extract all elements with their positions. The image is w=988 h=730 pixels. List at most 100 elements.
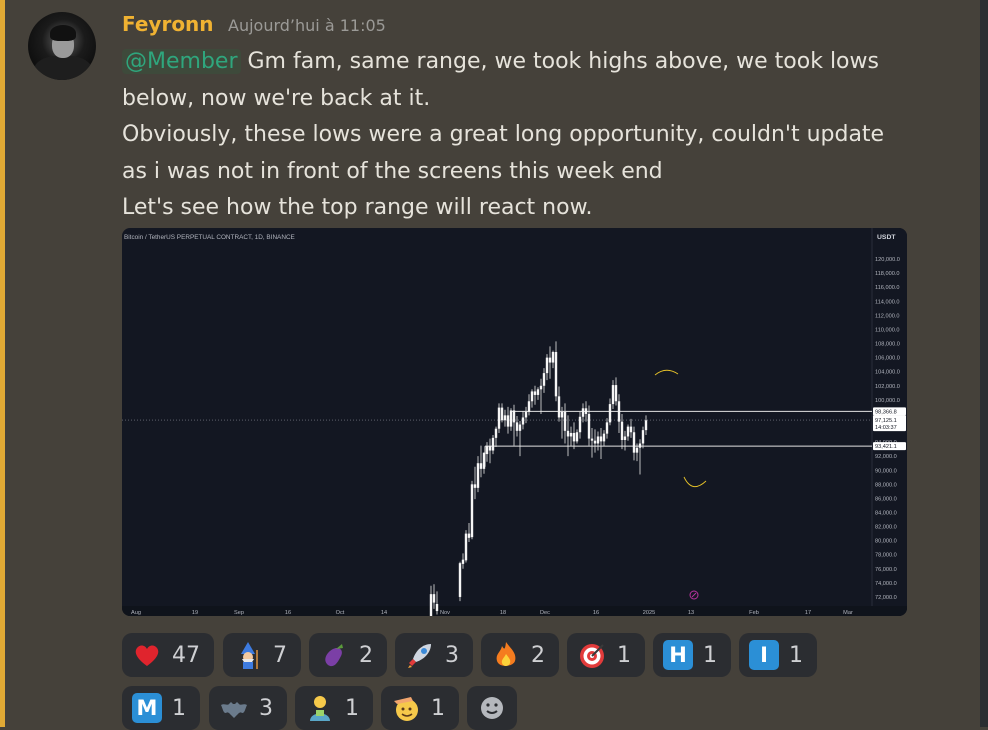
x-tick-label: Feb <box>749 610 759 616</box>
y-tick-label: 74,000.0 <box>875 581 897 587</box>
reaction-button[interactable]: 3 <box>395 633 473 677</box>
reaction-button[interactable]: H1 <box>653 633 731 677</box>
candle-body <box>515 422 519 431</box>
candle-body <box>632 432 636 453</box>
candle-body <box>548 357 552 363</box>
candle-body <box>623 436 627 440</box>
reaction-count: 1 <box>345 695 359 721</box>
candle-body <box>641 430 645 444</box>
annotation-arc-top <box>654 369 679 376</box>
person-icon <box>305 693 335 723</box>
candle-body <box>530 391 534 402</box>
candle-body <box>539 385 543 390</box>
x-tick-label: 19 <box>192 610 198 616</box>
candle-body <box>461 559 465 564</box>
candle-body <box>432 594 436 603</box>
y-tick-label: 78,000.0 <box>875 553 897 559</box>
y-tick-label: 108,000.0 <box>875 342 900 348</box>
message-line-4: as i was not in front of the screens thi… <box>122 158 663 184</box>
candle-body <box>536 389 540 395</box>
candle-body <box>599 436 603 442</box>
add-reaction-icon <box>477 693 507 723</box>
x-tick-label: Mar <box>843 610 853 616</box>
resistance-price-label: 98,366.8 <box>875 409 897 415</box>
message-line-3: Obviously, these lows were a great long … <box>122 122 885 147</box>
reaction-count: 1 <box>172 695 186 721</box>
reaction-count: 1 <box>703 642 717 668</box>
candle-body <box>542 373 546 386</box>
message-line-5: Let's see how the top range will react n… <box>122 195 593 220</box>
reaction-count: 3 <box>259 695 273 721</box>
reaction-button[interactable]: 47 <box>122 633 214 677</box>
y-tick-label: 80,000.0 <box>875 539 897 545</box>
candle-body <box>563 411 567 431</box>
y-tick-label: 104,000.0 <box>875 370 900 376</box>
candle-body <box>491 437 495 451</box>
y-tick-label: 72,000.0 <box>875 595 897 601</box>
chart-image[interactable]: Bitcoin / TetherUS PERPETUAL CONTRACT, 1… <box>122 228 907 616</box>
reaction-button[interactable]: 2 <box>309 633 387 677</box>
candle-body <box>435 604 439 612</box>
reaction-button[interactable]: 1 <box>381 686 459 730</box>
candle-body <box>509 410 513 427</box>
y-tick-label: 84,000.0 <box>875 510 897 516</box>
candle-body <box>488 446 492 451</box>
candle-body <box>590 438 594 441</box>
candle-body <box>626 426 630 437</box>
candle-body <box>644 420 648 431</box>
candle-body <box>608 404 612 423</box>
reaction-count: 1 <box>789 642 803 668</box>
reaction-count: 1 <box>617 642 631 668</box>
reaction-button[interactable]: M1 <box>122 686 200 730</box>
candle-body <box>497 407 501 429</box>
candle-body <box>629 426 633 433</box>
reaction-count: 1 <box>431 695 445 721</box>
letter-i-icon: I <box>749 640 779 670</box>
reaction-button[interactable]: 1 <box>567 633 645 677</box>
x-tick-label: Sep <box>234 610 244 616</box>
reaction-button[interactable]: 1 <box>295 686 373 730</box>
timestamp: Aujourd’hui à 11:05 <box>228 16 386 35</box>
candle-body <box>500 407 504 421</box>
reaction-button[interactable]: 3 <box>209 686 287 730</box>
user-mention[interactable]: @Member <box>122 49 241 74</box>
y-tick-label: 90,000.0 <box>875 468 897 474</box>
candle-body <box>617 401 621 422</box>
candle-body <box>545 357 549 374</box>
reaction-count: 2 <box>359 642 373 668</box>
x-tick-label: Oct <box>336 610 345 616</box>
avatar[interactable] <box>28 12 96 80</box>
wizard-icon <box>233 640 263 670</box>
candle-body <box>524 411 528 418</box>
reaction-button[interactable]: 7 <box>223 633 301 677</box>
y-tick-label: 120,000.0 <box>875 257 900 263</box>
candle-body <box>578 416 582 433</box>
x-tick-label: 14 <box>381 610 387 616</box>
y-tick-label: 86,000.0 <box>875 496 897 502</box>
reaction-count: 47 <box>172 642 200 668</box>
letter-h-icon-glyph: H <box>663 640 693 670</box>
y-tick-label: 106,000.0 <box>875 356 900 362</box>
candlestick-chart: Bitcoin / TetherUS PERPETUAL CONTRACT, 1… <box>122 228 907 616</box>
candle-body <box>476 463 480 488</box>
replay-icon-slash <box>691 592 697 598</box>
candle-body <box>560 411 564 418</box>
reaction-button[interactable]: I1 <box>739 633 817 677</box>
candle-body <box>518 424 522 431</box>
candle-body <box>521 417 525 425</box>
message-text-1: Gm fam, same range, we took highs above,… <box>247 49 879 74</box>
candle-body <box>566 430 570 437</box>
x-tick-label: 13 <box>688 610 694 616</box>
candle-body <box>587 413 591 439</box>
author-name[interactable]: Feyronn <box>122 12 214 36</box>
y-tick-label: 118,000.0 <box>875 271 899 277</box>
candle-body <box>638 443 642 448</box>
candle-body <box>503 415 507 421</box>
add-reaction-button[interactable] <box>467 686 517 730</box>
letter-m-icon: M <box>132 693 162 723</box>
candle-body <box>527 401 531 412</box>
reaction-button[interactable]: 2 <box>481 633 559 677</box>
reaction-count: 3 <box>445 642 459 668</box>
candle-body <box>605 422 609 434</box>
target-icon <box>577 640 607 670</box>
